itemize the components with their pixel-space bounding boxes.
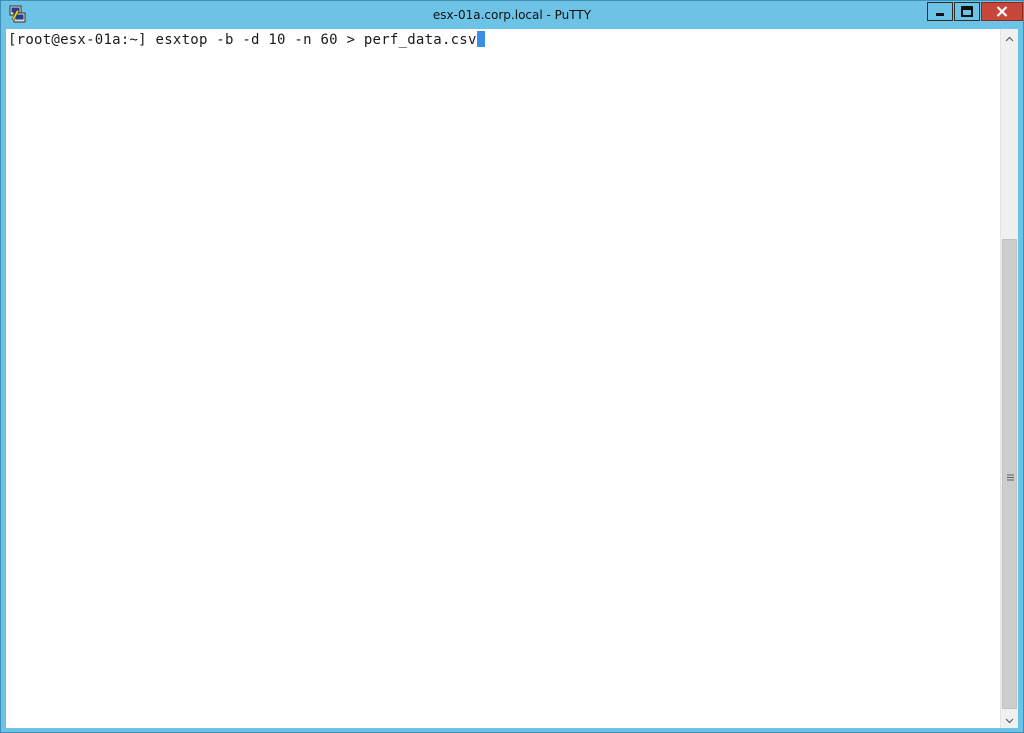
- scroll-grip-icon: [1007, 468, 1014, 481]
- putty-window: esx-01a.corp.local - PuTTY [root@esx-01a…: [0, 0, 1024, 733]
- scroll-thumb[interactable]: [1002, 239, 1017, 709]
- minimize-icon: [935, 7, 945, 17]
- window-title: esx-01a.corp.local - PuTTY: [432, 8, 592, 22]
- command-text: esxtop -b -d 10 -n 60 > perf_data.csv: [155, 32, 477, 48]
- minimize-button[interactable]: [927, 2, 953, 21]
- close-button[interactable]: [981, 2, 1023, 21]
- chevron-up-icon: [1005, 29, 1014, 47]
- client-area: [root@esx-01a:~] esxtop -b -d 10 -n 60 >…: [6, 29, 1018, 728]
- close-icon: [996, 6, 1008, 17]
- text-cursor: [476, 31, 485, 47]
- chevron-down-icon: [1005, 711, 1014, 729]
- terminal-screen[interactable]: [root@esx-01a:~] esxtop -b -d 10 -n 60 >…: [6, 29, 999, 728]
- scroll-up-button[interactable]: [1001, 29, 1018, 46]
- maximize-icon: [961, 6, 973, 17]
- vertical-scrollbar[interactable]: [1000, 29, 1018, 728]
- scroll-down-button[interactable]: [1001, 711, 1018, 728]
- title-bar[interactable]: esx-01a.corp.local - PuTTY: [1, 1, 1023, 29]
- terminal-line: [root@esx-01a:~] esxtop -b -d 10 -n 60 >…: [8, 31, 485, 49]
- shell-prompt: [root@esx-01a:~]: [8, 32, 156, 48]
- maximize-button[interactable]: [954, 2, 980, 21]
